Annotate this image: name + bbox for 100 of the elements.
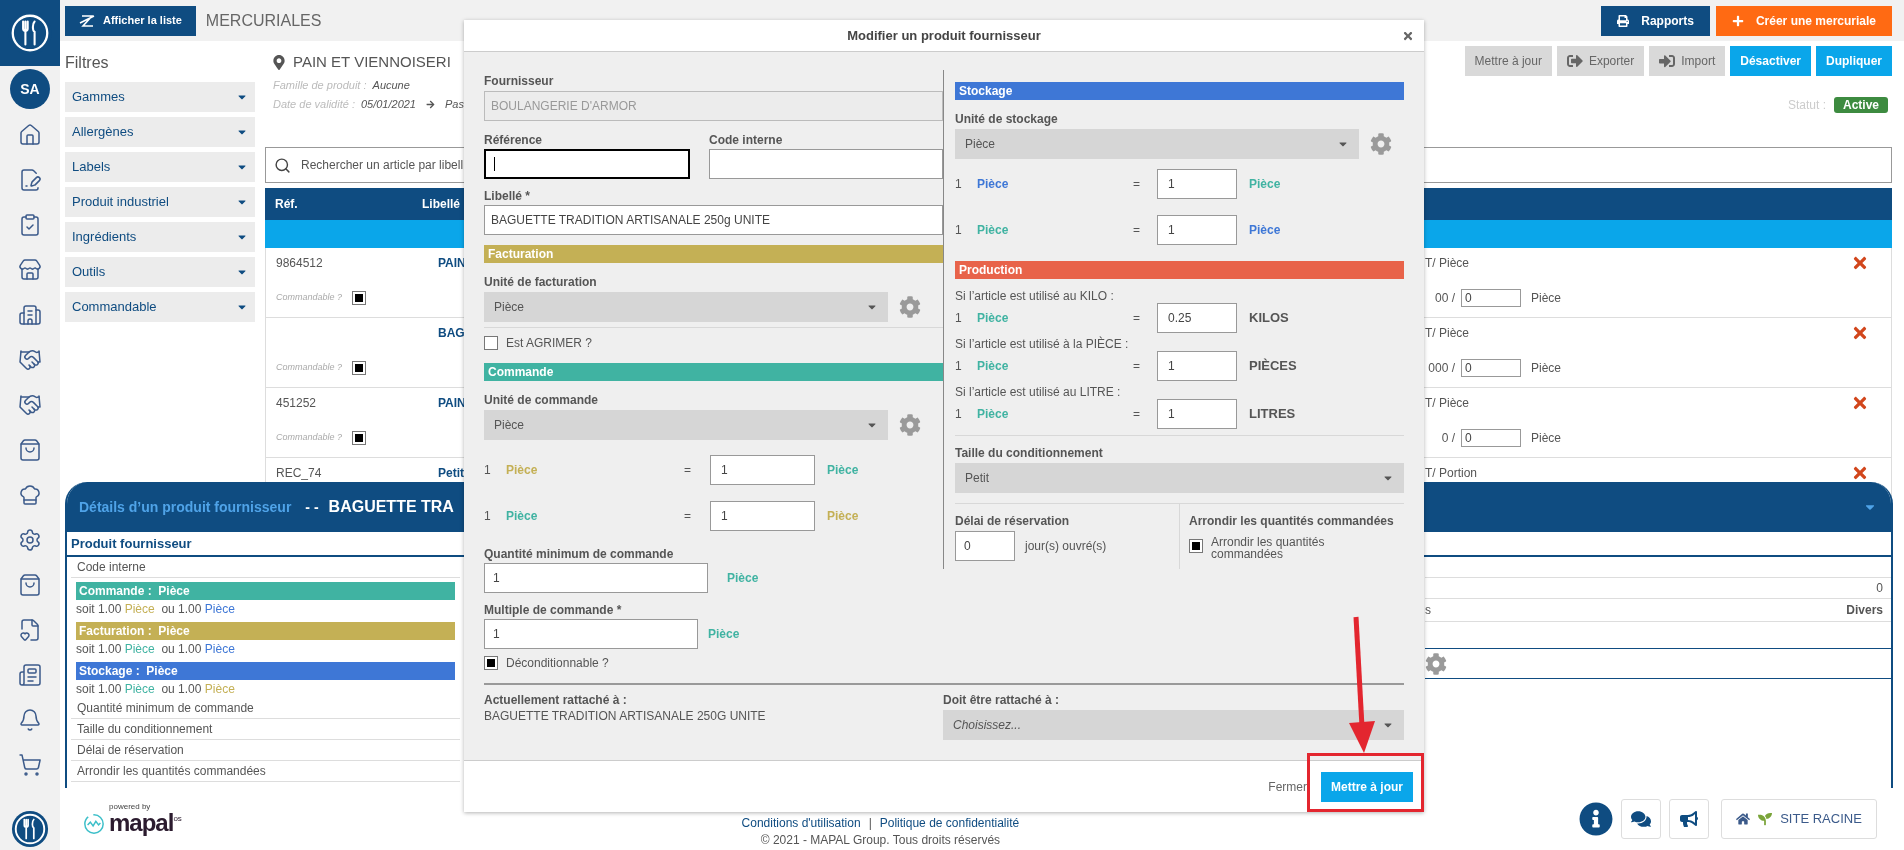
export-button[interactable]: Exporter — [1556, 46, 1645, 76]
detail-label: s — [1425, 602, 1431, 619]
agrimer-checkbox[interactable] — [484, 336, 498, 350]
detail-row: Taille du conditionnement — [71, 719, 460, 740]
filter-dropdown[interactable]: Outils — [65, 257, 255, 287]
quantity-prefix: 000 / — [1428, 361, 1455, 375]
commandable-checkbox[interactable] — [352, 431, 367, 445]
delete-icon[interactable] — [1851, 254, 1869, 272]
delete-icon[interactable] — [1851, 394, 1869, 412]
target-select[interactable]: Choisissez... — [943, 710, 1404, 740]
commandable-checkbox[interactable] — [352, 361, 367, 375]
delete-icon[interactable] — [1851, 324, 1869, 342]
detail-value: Divers — [1846, 602, 1883, 619]
cart-icon[interactable] — [18, 753, 42, 777]
name-input[interactable]: BAGUETTE TRADITION ARTISANALE 250g UNITE — [484, 205, 943, 235]
column-header: Libellé — [421, 196, 460, 213]
rounding-checkbox[interactable] — [1189, 539, 1203, 553]
filter-dropdown[interactable]: Produit industriel — [65, 187, 255, 217]
production-caption: Si l’article est utilisé à la PIÈCE : — [955, 337, 1130, 351]
terms-link[interactable]: Conditions d'utilisation — [741, 816, 861, 831]
unit-select[interactable]: Pièce — [484, 292, 888, 322]
detail-row: Arrondir les quantités commandées — [71, 761, 460, 782]
store-icon[interactable] — [18, 258, 42, 282]
chef-hat-icon[interactable] — [18, 483, 42, 507]
conversion-input[interactable]: 1 — [710, 501, 815, 531]
internal-code-input[interactable] — [709, 149, 943, 179]
reports-button[interactable]: Rapports — [1601, 5, 1710, 36]
lead-time-input[interactable]: 0 — [955, 531, 1015, 561]
page-title: MERCURIALES — [205, 10, 322, 31]
handshake-icon[interactable] — [18, 393, 42, 417]
quantity-input[interactable]: 0 — [1461, 289, 1521, 307]
powered-by-text: powered by — [109, 803, 152, 811]
sprout-icon — [1758, 812, 1773, 826]
clipboard-check-icon[interactable] — [18, 213, 42, 237]
settings-icon[interactable] — [18, 528, 42, 552]
filters-title: Filtres — [65, 53, 110, 73]
handshake-icon[interactable] — [18, 348, 42, 372]
minimum-quantity-input[interactable]: 1 — [484, 563, 708, 593]
family-value: Aucune — [372, 77, 410, 93]
status-badge: Active — [1833, 97, 1888, 113]
quantity-input[interactable]: 0 — [1461, 359, 1521, 377]
quantity-text: 1 — [484, 508, 492, 525]
detail-row: Délai de réservation — [71, 740, 460, 761]
shopping-bag-icon[interactable] — [18, 438, 42, 462]
info-icon[interactable] — [1579, 802, 1613, 836]
package-select[interactable]: Petit — [955, 463, 1404, 493]
close-icon[interactable] — [1402, 30, 1414, 42]
conversion-input[interactable]: 1 — [710, 455, 815, 485]
newspaper-icon[interactable] — [18, 663, 42, 687]
filter-dropdown[interactable]: Gammes — [65, 82, 255, 112]
unit-select[interactable]: Pièce — [955, 129, 1359, 159]
bell-icon[interactable] — [18, 708, 42, 732]
unit-text: Pièce — [1531, 290, 1562, 307]
detail-row: Code interne — [71, 557, 460, 578]
conversion-input[interactable]: 1 — [1157, 351, 1237, 381]
deconditionnable-checkbox[interactable] — [484, 656, 498, 670]
field-label: Doit être rattaché à : — [943, 693, 1061, 707]
import-button[interactable]: Import — [1649, 46, 1726, 76]
user-avatar[interactable]: SA — [10, 69, 50, 109]
quantity-text: 1 — [484, 462, 492, 479]
filter-dropdown[interactable]: Commandable — [65, 292, 255, 322]
close-link[interactable]: Fermer — [1268, 777, 1307, 796]
settings-icon[interactable] — [1425, 652, 1447, 675]
unit-text: Pièce — [827, 508, 859, 525]
multiple-input[interactable]: 1 — [484, 619, 698, 649]
commandable-checkbox[interactable] — [352, 291, 367, 305]
conversion-input[interactable]: 1 — [1157, 399, 1237, 429]
filter-dropdown[interactable]: Ingrédients — [65, 222, 255, 252]
show-list-button[interactable]: Afficher la liste — [65, 5, 196, 36]
delete-icon[interactable] — [1851, 464, 1869, 482]
unit-text: Pièce — [506, 463, 538, 477]
quantity-input[interactable]: 0 — [1461, 429, 1521, 447]
date-label: Date de validité : — [273, 97, 355, 112]
reference-input[interactable] — [484, 149, 690, 179]
filter-dropdown[interactable]: Labels — [65, 152, 255, 182]
export-icon — [1566, 53, 1583, 69]
commandable-label: Commandable ? — [276, 291, 343, 305]
megaphone-icon — [1680, 810, 1698, 828]
conversion-input[interactable]: 1 — [1157, 215, 1237, 245]
site-button[interactable]: SITE RACINE — [1721, 799, 1877, 839]
chat-button[interactable] — [1621, 799, 1661, 839]
panel-separator: - - — [305, 497, 319, 517]
privacy-link[interactable]: Politique de confidentialité — [879, 816, 1020, 831]
shopping-bag-icon[interactable] — [18, 573, 42, 597]
cutlery-logo[interactable] — [11, 810, 49, 848]
unit-select[interactable]: Pièce — [484, 410, 888, 440]
equals-sign: = — [684, 463, 691, 477]
building-icon[interactable] — [18, 303, 42, 327]
conversion-input[interactable]: 0.25 — [1157, 303, 1237, 333]
announcement-button[interactable] — [1669, 799, 1709, 839]
section-title: Produit fournisseur — [71, 534, 192, 553]
home-icon[interactable] — [18, 123, 42, 147]
conversion-text: soit 1.00 Pièce ou 1.00 Pièce — [76, 601, 236, 618]
conversion-input[interactable]: 1 — [1157, 169, 1237, 199]
update-button[interactable]: Mettre à jour — [1464, 46, 1552, 76]
detail-row: Quantité minimum de commande — [71, 698, 460, 719]
detail-value: 0 — [1876, 580, 1883, 597]
document-heart-icon[interactable] — [18, 618, 42, 642]
edit-document-icon[interactable] — [18, 168, 42, 192]
filter-dropdown[interactable]: Allergènes — [65, 117, 255, 147]
